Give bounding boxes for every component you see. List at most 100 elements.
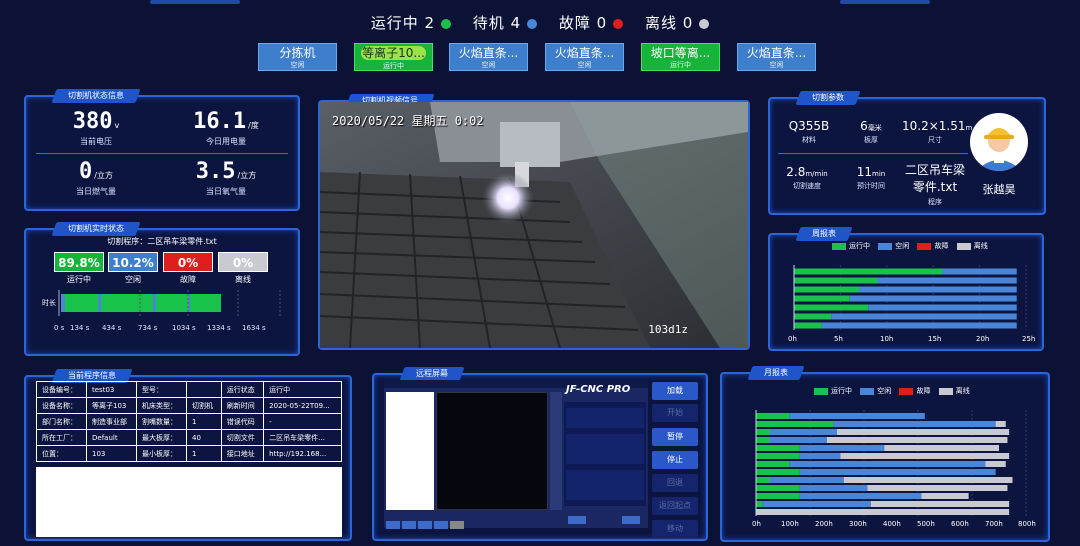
panel-title-text: 切割机状态信息 [68, 91, 124, 100]
remote-readout [566, 408, 644, 428]
bar-运行中 [794, 277, 878, 284]
bar-离线 [985, 461, 1006, 467]
x-tick: 5h [834, 335, 843, 343]
bar-空闲 [799, 445, 885, 451]
remote-nav-left[interactable] [568, 516, 586, 524]
bar-空闲 [831, 313, 1017, 320]
bar-离线 [756, 509, 1010, 515]
stop-button[interactable]: 停止 [652, 451, 698, 469]
machine-tab-1[interactable]: 分拣机 空闲 [258, 43, 337, 71]
x-tick: 300h [849, 520, 867, 528]
panel-title: 切割机实时状态 [51, 222, 141, 236]
table-cell: 设备编号： [36, 381, 87, 398]
table-cell: http://192.168... [263, 445, 342, 462]
legend-label: 运行中 [849, 242, 870, 250]
machine-name: 坡口等离... [650, 46, 711, 60]
load-button[interactable]: 加载 [652, 382, 698, 400]
remote-nav-right[interactable] [622, 516, 640, 524]
start-button[interactable]: 开始 [652, 404, 698, 422]
power-unit: /度 [248, 121, 259, 130]
param-caption: 板厚 [864, 136, 878, 144]
oxygen-value: 3.5 [195, 159, 236, 184]
x-tick: 700h [985, 520, 1003, 528]
table-cell: 位置： [36, 445, 87, 462]
legend-label: 故障 [934, 242, 949, 250]
timeline-idle-3 [153, 294, 156, 312]
machine-state: 空闲 [481, 61, 496, 69]
remote-control-panel [564, 402, 646, 506]
legend-label: 空闲 [895, 242, 910, 250]
legend-swatch [832, 242, 846, 250]
monthly-chart [755, 410, 1027, 516]
bar-空闲 [877, 277, 1017, 284]
bar-离线 [837, 429, 1010, 435]
machine-tab-4[interactable]: 火焰直条... 空闲 [545, 43, 624, 71]
param-caption: 预计时间 [857, 182, 885, 190]
machine-name: 分拣机 [279, 46, 316, 60]
pause-button[interactable]: 暂停 [652, 428, 698, 446]
param-value: Q355B [788, 119, 830, 133]
bar-空闲 [769, 437, 827, 443]
machine-tab-2[interactable]: 等离子10... 运行中 [354, 43, 433, 71]
machine-name: 火焰直条... [458, 46, 519, 60]
legend-swatch [938, 387, 953, 395]
remote-screen[interactable]: JF-CNC PRO [384, 380, 648, 529]
param-caption: 程序 [928, 198, 942, 206]
operator-name: 张越昊 [982, 183, 1016, 196]
x-tick: 800h [1018, 520, 1036, 528]
machine-state: 空闲 [769, 61, 784, 69]
bar-离线 [826, 437, 1008, 443]
panel-title-text: 切割参数 [812, 93, 844, 102]
bar-空闲 [769, 477, 844, 483]
table-cell: 103 [86, 445, 137, 462]
remote-readout [566, 470, 644, 500]
offline-percent: 0% [218, 252, 268, 272]
bar-运行中 [756, 485, 800, 491]
machine-state: 空闲 [577, 61, 592, 69]
x-tick: 0h [752, 520, 761, 528]
program-info-table: 设备编号： test03 型号： 运行状态 运行中 设备名称： 等离子103 机床类型： 切割… [36, 381, 342, 462]
machine-name: 火焰直条... [746, 46, 807, 60]
table-cell: 刷新时间 [220, 397, 265, 414]
table-cell: 切割机 [186, 397, 222, 414]
machine-tab-6[interactable]: 火焰直条... 空闲 [737, 43, 816, 71]
table-cell: 型号： [136, 381, 187, 398]
return-origin-button[interactable]: 返回起点 [652, 497, 698, 515]
table-row: 位置： 103 最小板厚： 1 接口地址 http://192.168... [36, 445, 342, 462]
idle-label: 空闲 [125, 275, 141, 284]
timeline-running [61, 294, 221, 312]
timestamp-tail: 02 [469, 114, 484, 128]
table-row: 设备编号： test03 型号： 运行状态 运行中 [36, 381, 342, 398]
voltage-caption: 当前电压 [80, 137, 112, 146]
table-cell: 切割文件 [220, 429, 265, 446]
bar-运行中 [794, 322, 822, 329]
timeline-tick: 1634 s [242, 324, 266, 332]
legend-swatch [814, 387, 828, 395]
standby-dot [527, 18, 538, 29]
machine-status-panel: 切割机状态信息 380 v 当前电压 16.1/度 今日用电量 0/立方 当日燃气… [24, 89, 300, 211]
machine-tab-5[interactable]: 坡口等离... 运行中 [641, 43, 720, 71]
param-est-time: 11min 预计时间 [842, 165, 900, 191]
table-cell: 运行状态 [220, 381, 265, 398]
back-button[interactable]: 回退 [652, 474, 698, 492]
bar-运行中 [756, 461, 790, 467]
bar-离线 [995, 421, 1006, 427]
dashboard: 运行中 2 待机 4 故障 0 离线 0 分拣机 空闲 等离子10... 运行中 火… [0, 0, 1080, 546]
top-accent-right [840, 0, 930, 4]
gas-unit: /立方 [94, 171, 113, 180]
bar-运行中 [756, 453, 800, 459]
param-value: 11 [856, 165, 873, 179]
bar-空闲 [762, 501, 871, 507]
current-program: 切割程序：二区吊车梁零件.txt [107, 237, 217, 246]
legend-swatch [917, 242, 932, 250]
bar-离线 [840, 453, 1010, 459]
gas-caption: 当日燃气量 [76, 187, 116, 196]
param-value: 6 [860, 119, 868, 133]
table-cell: 所在工厂： [36, 429, 87, 446]
bar-离线 [870, 501, 1010, 507]
x-tick: 15h [928, 335, 942, 343]
machine-tab-3[interactable]: 火焰直条... 空闲 [449, 43, 528, 71]
move-button[interactable]: 移动 [652, 520, 698, 538]
video-feed[interactable]: 2020/05/22 星期五 0:02 103d1z [320, 102, 748, 348]
legend-label: 空闲 [877, 387, 892, 395]
